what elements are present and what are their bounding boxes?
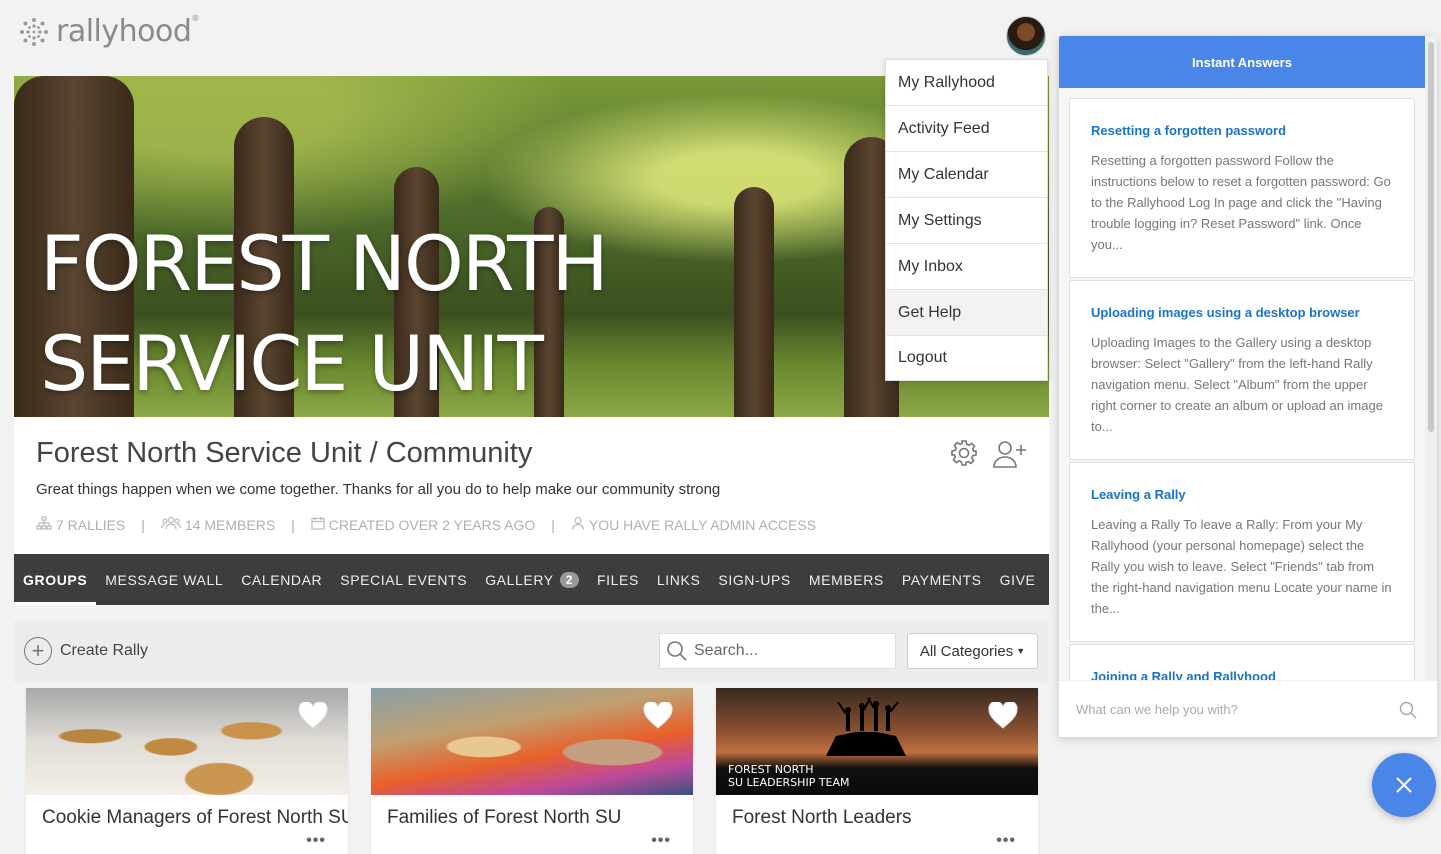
- rally-card-name: Cookie Managers of Forest North SU: [42, 807, 348, 828]
- create-rally-button[interactable]: + Create Rally: [24, 637, 148, 665]
- tab-give[interactable]: GIVE: [991, 554, 1045, 605]
- logo-text: rallyhood®: [56, 14, 199, 49]
- close-help-button[interactable]: [1372, 753, 1436, 817]
- tab-special-events[interactable]: SPECIAL EVENTS: [331, 554, 476, 605]
- help-widget: Instant Answers Resetting a forgotten pa…: [1059, 36, 1437, 737]
- rally-card-name: Families of Forest North SU: [387, 807, 622, 828]
- tab-gallery-label: GALLERY: [485, 571, 554, 588]
- tab-message-wall[interactable]: MESSAGE WALL: [96, 554, 232, 605]
- help-article-body: Leaving a Rally To leave a Rally: From y…: [1091, 517, 1392, 616]
- tab-files[interactable]: FILES: [588, 554, 648, 605]
- help-article[interactable]: Leaving a Rally Leaving a Rally To leave…: [1069, 462, 1415, 642]
- tab-links[interactable]: LINKS: [648, 554, 709, 605]
- more-options-icon[interactable]: •••: [996, 832, 1016, 850]
- help-search-input[interactable]: [1076, 701, 1376, 717]
- logo-mark-icon: [20, 17, 48, 46]
- groups-toolbar: + Create Rally All Categories▼: [14, 621, 1049, 683]
- menu-item-get-help[interactable]: Get Help: [886, 290, 1047, 336]
- rally-card-image: [26, 688, 348, 795]
- user-avatar[interactable]: [1006, 16, 1046, 56]
- rally-title: Forest North Service Unit / Community: [36, 437, 533, 469]
- more-options-icon[interactable]: •••: [306, 832, 326, 850]
- rallyhood-logo[interactable]: rallyhood®: [18, 14, 199, 49]
- rally-card-name: Forest North Leaders: [732, 807, 912, 828]
- gear-icon[interactable]: [950, 439, 978, 467]
- help-scrollbar[interactable]: [1425, 36, 1437, 681]
- members-icon: [160, 516, 182, 533]
- rally-card-image: [371, 688, 693, 795]
- help-article[interactable]: Resetting a forgotten password Resetting…: [1069, 98, 1415, 278]
- more-options-icon[interactable]: •••: [651, 832, 671, 850]
- search-icon[interactable]: [1399, 701, 1417, 719]
- tab-members[interactable]: MEMBERS: [800, 554, 893, 605]
- rally-card-overlay-text: FOREST NORTH SU LEADERSHIP TEAM: [728, 763, 850, 789]
- add-member-icon[interactable]: [992, 439, 1028, 469]
- rally-card[interactable]: Families of Forest North SU •••: [371, 688, 693, 854]
- menu-item-my-rallyhood[interactable]: My Rallyhood: [886, 60, 1047, 106]
- search-box: [659, 633, 896, 669]
- tab-groups[interactable]: GROUPS: [14, 554, 97, 605]
- help-article-title[interactable]: Leaving a Rally: [1091, 487, 1393, 502]
- menu-item-my-inbox[interactable]: My Inbox: [886, 244, 1047, 290]
- rally-meta: 7 RALLIES | 14 MEMBERS | CREATED OVER 2 …: [36, 516, 816, 533]
- rally-info-panel: Forest North Service Unit / Community Gr…: [14, 417, 1049, 554]
- admin-access: YOU HAVE RALLY ADMIN ACCESS: [588, 516, 817, 533]
- rally-card[interactable]: FOREST NORTH SU LEADERSHIP TEAM Forest N…: [716, 688, 1038, 854]
- created-date: CREATED OVER 2 YEARS AGO: [328, 516, 536, 533]
- heart-icon[interactable]: [988, 702, 1018, 730]
- menu-item-logout[interactable]: Logout: [886, 336, 1047, 380]
- gallery-count-badge: 2: [559, 571, 580, 588]
- hero-title: FOREST NORTH SERVICE UNIT: [40, 219, 609, 408]
- help-article[interactable]: Uploading images using a desktop browser…: [1069, 280, 1415, 460]
- plus-circle-icon: +: [24, 637, 52, 665]
- menu-item-my-settings[interactable]: My Settings: [886, 198, 1047, 244]
- category-dropdown[interactable]: All Categories ▼: [907, 633, 1038, 669]
- tab-sign-ups[interactable]: SIGN-UPS: [709, 554, 799, 605]
- help-article-title[interactable]: Resetting a forgotten password: [1091, 123, 1393, 138]
- close-icon: [1396, 777, 1412, 793]
- help-article-title[interactable]: Uploading images using a desktop browser: [1091, 305, 1393, 320]
- tab-payments[interactable]: PAYMENTS: [893, 554, 991, 605]
- help-article-body: Resetting a forgotten password Follow th…: [1091, 153, 1391, 252]
- create-rally-label: Create Rally: [60, 642, 149, 659]
- category-label: All Categories: [919, 642, 1014, 660]
- user-menu: My Rallyhood Activity Feed My Calendar M…: [885, 59, 1048, 381]
- calendar-icon: [311, 516, 325, 533]
- heart-icon[interactable]: [298, 702, 328, 730]
- hierarchy-icon: [36, 516, 52, 533]
- menu-item-my-calendar[interactable]: My Calendar: [886, 152, 1047, 198]
- rally-description: Great things happen when we come togethe…: [36, 481, 721, 498]
- rallies-count[interactable]: 7 RALLIES: [56, 517, 125, 533]
- rally-nav: GROUPS MESSAGE WALL CALENDAR SPECIAL EVE…: [14, 554, 1049, 605]
- members-count[interactable]: 14 MEMBERS: [185, 517, 275, 533]
- help-header: Instant Answers: [1059, 36, 1425, 88]
- scrollbar-thumb[interactable]: [1428, 42, 1434, 432]
- tab-gallery[interactable]: GALLERY 2: [476, 554, 588, 605]
- help-search-bar: [1059, 680, 1437, 737]
- rally-card-image: FOREST NORTH SU LEADERSHIP TEAM: [716, 688, 1038, 795]
- help-article[interactable]: Joining a Rally and Rallyhood: [1069, 644, 1415, 680]
- caret-down-icon: ▼: [1016, 646, 1026, 656]
- heart-icon[interactable]: [643, 702, 673, 730]
- help-articles-list: Resetting a forgotten password Resetting…: [1059, 88, 1425, 680]
- tab-calendar[interactable]: CALENDAR: [232, 554, 331, 605]
- rally-card[interactable]: Cookie Managers of Forest North SU •••: [26, 688, 348, 854]
- help-article-title[interactable]: Joining a Rally and Rallyhood: [1091, 669, 1393, 680]
- search-input[interactable]: [694, 642, 884, 660]
- menu-item-activity-feed[interactable]: Activity Feed: [886, 106, 1047, 152]
- help-article-body: Uploading Images to the Gallery using a …: [1091, 335, 1383, 434]
- search-icon: [667, 641, 687, 661]
- user-icon: [571, 516, 585, 533]
- silhouette-graphic: [826, 697, 906, 756]
